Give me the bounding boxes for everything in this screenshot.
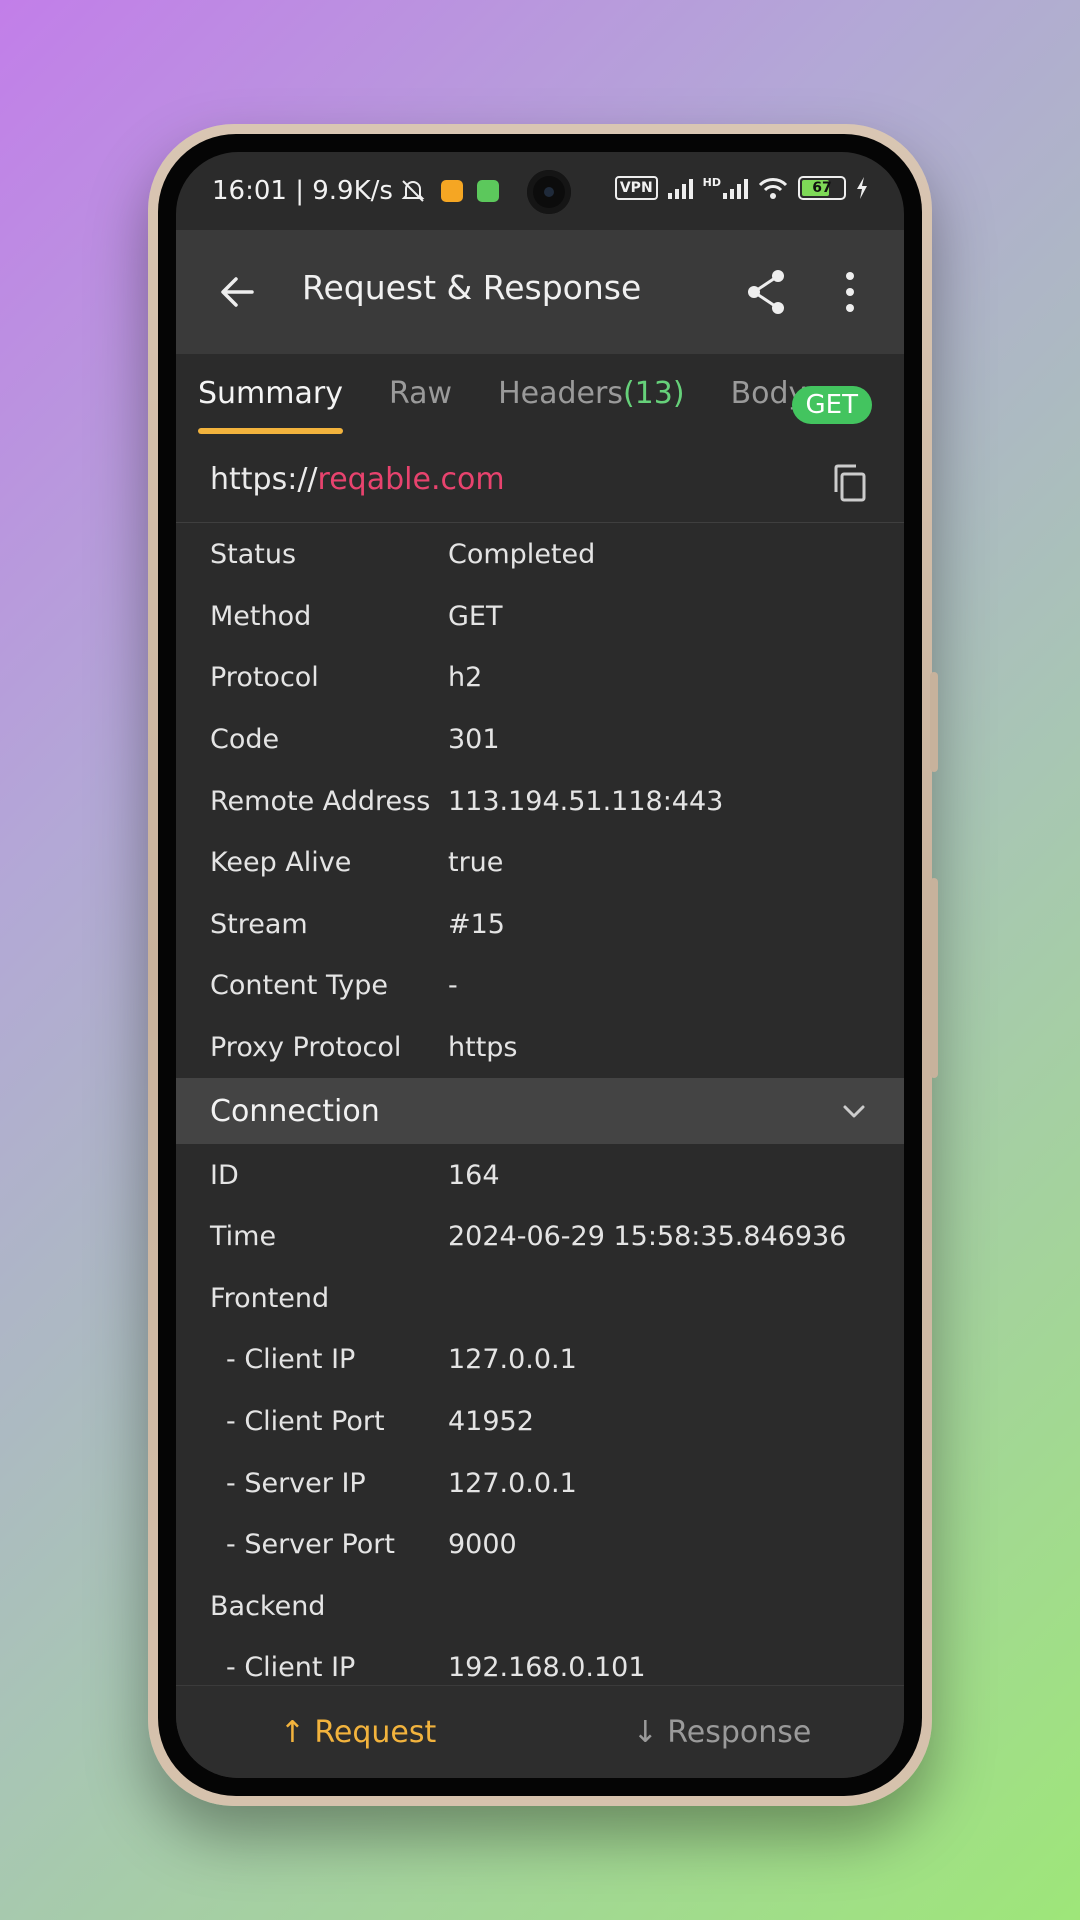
signal-icon (667, 177, 693, 199)
row-value: #15 (448, 908, 505, 940)
tab-summary-label: Summary (198, 376, 343, 411)
row-value: 41952 (448, 1406, 534, 1438)
summary-row: Remote Address 113.194.51.118:443 (176, 770, 904, 832)
section-title: Connection (210, 1093, 380, 1129)
tab-headers-label: Headers (498, 376, 623, 411)
charging-icon (857, 177, 867, 199)
battery-icon: 67 (798, 176, 846, 200)
request-button[interactable]: ↑ Request (176, 1715, 540, 1750)
summary-row: Status Completed (176, 524, 904, 586)
volume-button (930, 878, 938, 1078)
bezel: 16:01 | 9.9K/s VPN HD 67 Request & Respo… (158, 134, 922, 1796)
connection-row: - Client Port 41952 (176, 1391, 904, 1453)
status-bar: 16:01 | 9.9K/s VPN HD 67 (176, 152, 904, 230)
connection-row: Frontend (176, 1268, 904, 1330)
row-value: h2 (448, 662, 483, 694)
summary-row: Proxy Protocol https (176, 1017, 904, 1079)
row-key: Stream (210, 908, 308, 940)
row-value: Completed (448, 539, 596, 571)
notification-app-icon-2 (476, 180, 499, 202)
row-key: - Server IP (226, 1467, 366, 1499)
status-left: 16:01 | 9.9K/s (212, 176, 499, 206)
signal-icon-2 (723, 177, 748, 199)
page-title: Request & Response (302, 268, 642, 307)
hd-label: HD (702, 176, 721, 189)
summary-row: Content Type - (176, 955, 904, 1017)
request-url: https://reqable.com (210, 462, 505, 497)
tab-raw[interactable]: Raw (389, 354, 452, 442)
side-button (930, 672, 938, 772)
row-value: true (448, 847, 504, 879)
connection-row: Time 2024-06-29 15:58:35.846936 (176, 1206, 904, 1268)
bottom-bar: ↑ Request ↓ Response (176, 1685, 904, 1778)
row-key: Status (210, 539, 297, 571)
row-key: Protocol (210, 662, 319, 694)
row-key: - Client IP (226, 1344, 356, 1376)
row-key: ID (210, 1159, 239, 1191)
connection-row: Backend (176, 1576, 904, 1638)
status-right: VPN HD 67 (614, 176, 868, 200)
notification-app-icon (440, 180, 463, 202)
row-key: Time (210, 1221, 277, 1253)
app-bar: Request & Response (176, 230, 904, 354)
summary-list: Status Completed Method GET Protocol h2 Cod… (176, 524, 904, 1699)
row-key: Frontend (210, 1282, 330, 1314)
row-value: - (448, 970, 458, 1002)
row-key: - Client IP (226, 1652, 356, 1684)
row-key: Keep Alive (210, 847, 352, 879)
headers-count-badge: (13) (622, 376, 685, 411)
tab-headers[interactable]: Headers(13) (498, 354, 684, 442)
summary-row: Keep Alive true (176, 832, 904, 894)
summary-row: Stream #15 (176, 894, 904, 956)
row-value: 301 (448, 724, 500, 756)
vpn-icon: VPN (614, 176, 658, 200)
row-key: Remote Address (210, 785, 431, 817)
wifi-icon (758, 178, 788, 199)
row-key: Proxy Protocol (210, 1032, 402, 1064)
battery-level: 67 (812, 180, 832, 196)
phone-frame: 16:01 | 9.9K/s VPN HD 67 Request & Respo… (148, 124, 938, 1806)
screen: 16:01 | 9.9K/s VPN HD 67 Request & Respo… (176, 152, 904, 1778)
chevron-down-icon (843, 1105, 865, 1118)
back-arrow-icon[interactable] (212, 266, 264, 318)
mute-bell-icon (401, 180, 425, 202)
status-time-speed: 16:01 | 9.9K/s (212, 176, 393, 206)
front-camera (527, 170, 571, 214)
url-scheme: https:// (210, 462, 318, 497)
tab-raw-label: Raw (388, 376, 453, 411)
connection-row: - Server IP 127.0.0.1 (176, 1452, 904, 1514)
summary-row: Code 301 (176, 709, 904, 771)
connection-row: - Client IP 127.0.0.1 (176, 1329, 904, 1391)
connection-row: ID 164 (176, 1144, 904, 1206)
connection-section-header[interactable]: Connection (176, 1078, 904, 1145)
row-value: 127.0.0.1 (448, 1344, 577, 1376)
row-value: 2024-06-29 15:58:35.846936 (448, 1221, 847, 1253)
row-value: 113.194.51.118:443 (448, 785, 724, 817)
row-value: GET (448, 600, 503, 632)
row-key: Content Type (210, 970, 388, 1002)
row-key: Code (210, 724, 280, 756)
row-value: 164 (448, 1159, 500, 1191)
response-button[interactable]: ↓ Response (540, 1715, 904, 1750)
row-value: 9000 (448, 1529, 517, 1561)
row-value: 127.0.0.1 (448, 1467, 577, 1499)
row-key: - Client Port (226, 1406, 385, 1438)
connection-row: - Server Port 9000 (176, 1514, 904, 1576)
share-icon[interactable] (738, 264, 794, 320)
url-row: https://reqable.com (176, 444, 904, 523)
row-key: Method (210, 600, 312, 632)
tab-summary[interactable]: Summary (198, 354, 343, 442)
summary-row: Method GET (176, 586, 904, 648)
row-value: 192.168.0.101 (448, 1652, 646, 1684)
row-value: https (448, 1032, 518, 1064)
more-vert-icon[interactable] (830, 264, 870, 320)
row-key: Backend (210, 1590, 326, 1622)
summary-row: Protocol h2 (176, 647, 904, 709)
row-key: - Server Port (226, 1529, 395, 1561)
url-host: reqable.com (317, 462, 505, 497)
copy-icon[interactable] (832, 464, 868, 502)
method-badge: GET (791, 386, 872, 424)
